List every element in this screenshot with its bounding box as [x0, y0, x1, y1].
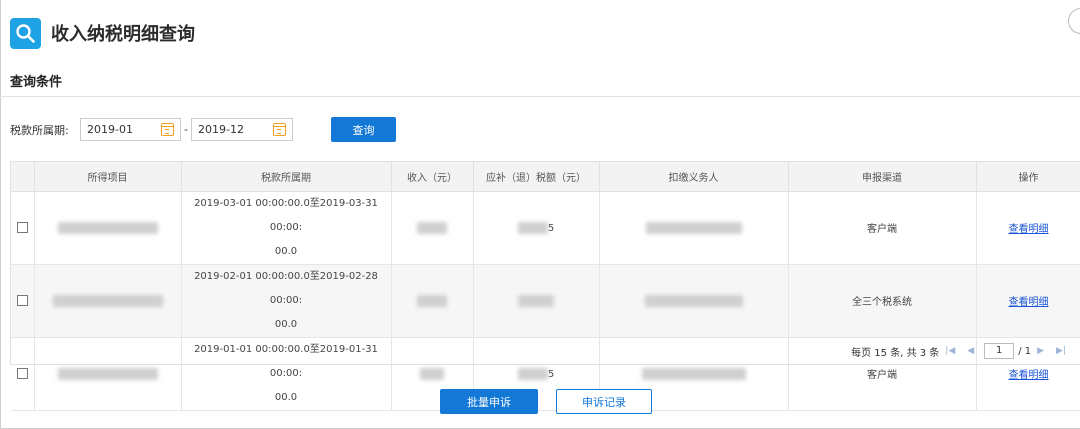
- end-date-value: 2019-12: [198, 123, 244, 136]
- page-number-input[interactable]: 1: [984, 343, 1015, 359]
- redacted-agent: [641, 367, 746, 380]
- table-header-row: 所得项目 税款所属期 收入（元） 应补（退）税额（元） 扣缴义务人 申报渠道 操…: [11, 162, 1080, 192]
- redacted-income: [417, 294, 447, 307]
- redacted-tax: [518, 294, 554, 307]
- view-details-link[interactable]: 查看明细: [1009, 224, 1049, 235]
- prev-page-icon[interactable]: ◀: [967, 346, 974, 356]
- calendar-icon[interactable]: [161, 123, 174, 136]
- start-date-input[interactable]: 2019-01: [80, 118, 181, 141]
- start-date-value: 2019-01: [87, 123, 133, 136]
- redacted-agent: [645, 221, 742, 234]
- redacted-tax: [517, 367, 548, 380]
- tax-period-cell: 2019-02-01 00:00:00.0至2019-02-28 00:00: …: [181, 264, 392, 338]
- header-checkbox-cell: [11, 162, 35, 192]
- header-withholding-agent: 扣缴义务人: [599, 162, 789, 192]
- tax-period-line2: 00.0: [274, 245, 298, 257]
- channel-cell: 全三个税系统: [788, 264, 977, 338]
- page-header: 收入纳税明细查询: [10, 17, 195, 49]
- tax-period-line2: 00.0: [274, 318, 298, 330]
- table-row: 2019-03-01 00:00:00.0至2019-03-31 00:00: …: [11, 191, 1080, 265]
- section-title: 查询条件: [10, 75, 63, 90]
- search-logo-icon: [10, 17, 41, 49]
- view-details-link[interactable]: 查看明细: [1009, 370, 1049, 381]
- row-checkbox[interactable]: [16, 367, 28, 379]
- redacted-income: [420, 367, 444, 380]
- header-tax-amount: 应补（退）税额（元）: [473, 162, 600, 192]
- total-pages: / 1: [1018, 345, 1032, 357]
- pagination-summary: 每页 15 条, 共 3 条: [851, 347, 940, 359]
- redacted-agent: [644, 294, 743, 307]
- header-tax-period: 税款所属期: [181, 162, 392, 192]
- tax-period-line1: 2019-03-01 00:00:00.0至2019-03-31 00:00:: [194, 197, 378, 233]
- next-page-icon[interactable]: ▶: [1037, 346, 1044, 356]
- page-title: 收入纳税明细查询: [51, 24, 195, 45]
- date-separator: -: [184, 123, 188, 136]
- tax-period-line1: 2019-01-01 00:00:00.0至2019-01-31 00:00:: [194, 343, 378, 379]
- redacted-income: [417, 221, 447, 234]
- first-page-icon[interactable]: |◀: [945, 346, 955, 356]
- channel-cell: 客户端: [788, 191, 977, 265]
- tax-period-line2: 00.0: [274, 391, 298, 403]
- redacted-income-item: [57, 221, 158, 234]
- header-channel: 申报渠道: [788, 162, 977, 192]
- end-date-input[interactable]: 2019-12: [191, 118, 293, 141]
- tax-period-line1: 2019-02-01 00:00:00.0至2019-02-28 00:00:: [194, 270, 378, 306]
- tax-period-label: 税款所属期:: [10, 124, 69, 137]
- redacted-tax: [517, 221, 548, 234]
- tax-period-cell: 2019-03-01 00:00:00.0至2019-03-31 00:00: …: [181, 191, 392, 265]
- section-divider: [0, 96, 1080, 97]
- view-details-link[interactable]: 查看明细: [1009, 297, 1049, 308]
- row-checkbox[interactable]: [16, 221, 28, 233]
- header-income: 收入（元）: [391, 162, 474, 192]
- table-row: 2019-02-01 00:00:00.0至2019-02-28 00:00: …: [11, 264, 1080, 338]
- row-checkbox[interactable]: [16, 294, 28, 306]
- tax-period-cell: 2019-01-01 00:00:00.0至2019-01-31 00:00: …: [181, 337, 392, 411]
- redacted-income-item: [57, 367, 158, 380]
- calendar-icon[interactable]: [273, 123, 286, 136]
- pagination: 每页 15 条, 共 3 条 |◀ ◀ 1 / 1 ▶ ▶|: [851, 343, 1072, 359]
- redacted-income-item: [52, 294, 163, 307]
- tax-suffix: 5: [547, 222, 555, 234]
- header-income-item: 所得项目: [34, 162, 182, 192]
- header-action: 操作: [976, 162, 1080, 192]
- batch-appeal-button[interactable]: 批量申诉: [440, 389, 538, 414]
- tax-suffix: 5: [547, 368, 555, 380]
- results-table: 所得项目 税款所属期 收入（元） 应补（退）税额（元） 扣缴义务人 申报渠道 操…: [10, 161, 1080, 411]
- last-page-icon[interactable]: ▶|: [1056, 346, 1066, 356]
- query-button[interactable]: 查询: [331, 117, 396, 142]
- appeal-record-button[interactable]: 申诉记录: [556, 389, 652, 414]
